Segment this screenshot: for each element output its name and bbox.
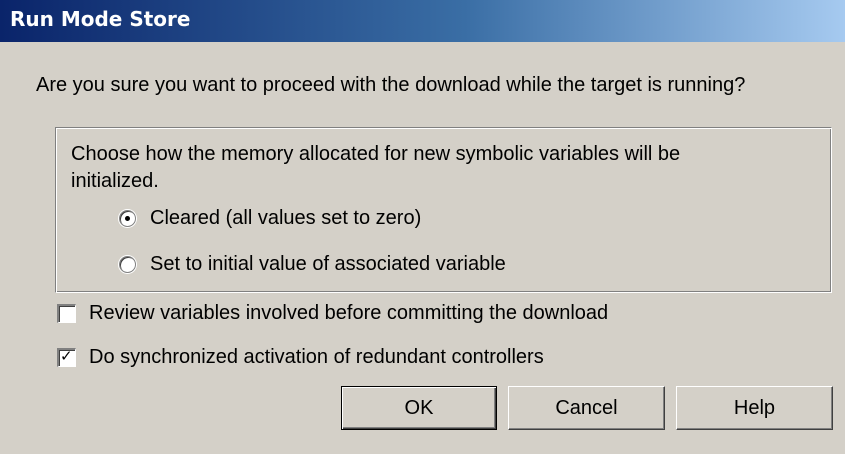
confirmation-question: Are you sure you want to proceed with th…: [36, 74, 746, 96]
checkbox-label-review-variables: Review variables involved before committ…: [89, 302, 609, 324]
checkbox-synchronized-activation[interactable]: ✓ Do synchronized activation of redundan…: [57, 346, 544, 369]
ok-button[interactable]: OK: [341, 386, 497, 430]
memory-init-description: Choose how the memory allocated for new …: [71, 143, 681, 192]
radio-label-initial-value: Set to initial value of associated varia…: [150, 253, 506, 275]
checkbox-unchecked-icon[interactable]: [57, 304, 76, 323]
radio-option-initial-value[interactable]: Set to initial value of associated varia…: [119, 253, 506, 276]
radio-button-icon[interactable]: [119, 256, 136, 273]
checkbox-review-variables[interactable]: Review variables involved before committ…: [57, 302, 608, 325]
help-button[interactable]: Help: [676, 386, 833, 430]
checkbox-checked-icon[interactable]: ✓: [57, 347, 76, 367]
checkbox-label-synchronized-activation: Do synchronized activation of redundant …: [89, 346, 544, 368]
title-bar[interactable]: Run Mode Store: [0, 0, 845, 42]
run-mode-store-dialog: Run Mode Store Are you sure you want to …: [0, 0, 845, 454]
radio-label-cleared: Cleared (all values set to zero): [150, 207, 422, 229]
radio-button-selected-icon[interactable]: [119, 210, 136, 227]
radio-option-cleared[interactable]: Cleared (all values set to zero): [119, 207, 421, 230]
dialog-title: Run Mode Store: [10, 7, 191, 31]
cancel-button[interactable]: Cancel: [508, 386, 665, 430]
